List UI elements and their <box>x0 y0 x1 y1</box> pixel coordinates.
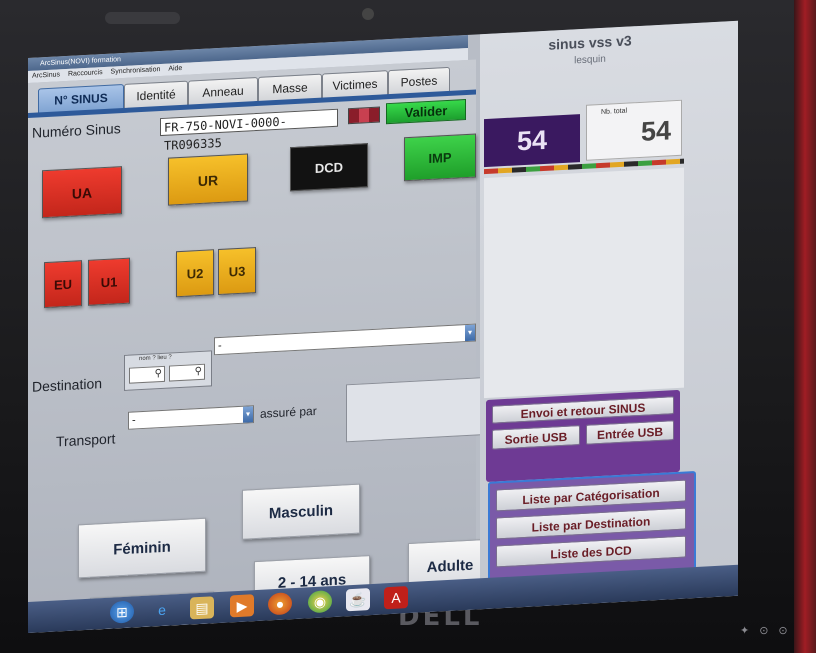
numero-sinus-field[interactable]: FR-750-NOVI-0000-TR096335 <box>160 108 338 153</box>
chevron-down-icon[interactable]: ▾ <box>465 324 475 342</box>
menu-synchronisation[interactable]: Synchronisation <box>111 66 161 76</box>
total-value: 54 <box>640 115 671 147</box>
bezel-hinge <box>105 12 180 24</box>
ur-button[interactable]: UR <box>168 153 248 206</box>
media-player-icon[interactable]: ▶ <box>230 594 254 618</box>
internet-explorer-icon[interactable]: e <box>150 598 174 621</box>
dcd-button[interactable]: DCD <box>290 143 368 192</box>
ua-button[interactable]: UA <box>42 166 122 219</box>
laptop-bezel: DELL ✦⊙⊙ ArcSinus(NOVI) formation ArcSin… <box>0 0 816 653</box>
u2-button[interactable]: U2 <box>176 249 214 298</box>
menu-raccourcis[interactable]: Raccourcis <box>68 69 103 78</box>
search-nom-field[interactable]: ⚲ <box>129 365 165 384</box>
total-label: Nb. total <box>601 107 628 116</box>
screen: ArcSinus(NOVI) formation ArcSinus Raccou… <box>28 20 738 634</box>
file-explorer-icon[interactable]: ▤ <box>190 596 214 620</box>
liste-destination-button[interactable]: Liste par Destination <box>496 507 686 540</box>
flag-icon <box>348 106 380 125</box>
envoi-retour-button[interactable]: Envoi et retour SINUS <box>492 396 674 424</box>
masculin-button[interactable]: Masculin <box>242 483 360 540</box>
laptop-edge <box>794 0 816 653</box>
search-lieu-field[interactable]: ⚲ <box>169 363 205 382</box>
windows-start-icon[interactable]: ⊞ <box>110 600 134 624</box>
destination-search: nom ? lieu ? ⚲ ⚲ <box>124 350 212 391</box>
u3-button[interactable]: U3 <box>218 247 256 296</box>
form-panel: N° SINUS Identité Anneau Masse Victimes … <box>28 59 508 634</box>
webcam <box>362 8 374 20</box>
imp-button[interactable]: IMP <box>404 133 476 182</box>
search-icon[interactable]: ⚲ <box>155 367 162 381</box>
search-hint: nom ? lieu ? <box>139 354 172 363</box>
sortie-usb-button[interactable]: Sortie USB <box>492 425 580 450</box>
window-title: ArcSinus(NOVI) formation <box>40 56 121 68</box>
transport-value: - <box>132 414 136 427</box>
valider-button[interactable]: Valider <box>386 99 466 125</box>
acrobat-icon[interactable]: A <box>384 586 408 610</box>
function-keys: ✦⊙⊙ <box>740 625 798 637</box>
chrome-icon[interactable]: ◉ <box>308 590 332 614</box>
u1-button[interactable]: U1 <box>88 257 130 306</box>
menu-aide[interactable]: Aide <box>168 65 182 73</box>
total-box: Nb. total 54 <box>586 99 682 161</box>
assure-par-label: assuré par <box>260 403 317 421</box>
feminin-button[interactable]: Féminin <box>78 517 206 579</box>
transport-combo[interactable]: - ▾ <box>128 405 254 430</box>
status-list-area <box>484 167 684 399</box>
search-icon[interactable]: ⚲ <box>195 365 202 379</box>
chevron-down-icon[interactable]: ▾ <box>243 406 253 423</box>
liste-dcd-button[interactable]: Liste des DCD <box>496 535 686 568</box>
transport-label: Transport <box>56 430 116 450</box>
menu-arcsinus[interactable]: ArcSinus <box>32 71 60 79</box>
destination-combo[interactable]: - ▾ <box>214 323 476 356</box>
entree-usb-button[interactable]: Entrée USB <box>586 420 674 445</box>
liste-categorisation-button[interactable]: Liste par Catégorisation <box>496 479 686 512</box>
numero-sinus-label: Numéro Sinus <box>32 120 121 141</box>
eu-button[interactable]: EU <box>44 260 82 309</box>
victim-count: 54 <box>484 114 580 168</box>
status-panel: sinus vss v3 lesquin 54 Nb. total 54 Env… <box>480 20 738 610</box>
java-icon[interactable]: ☕ <box>346 588 370 612</box>
destination-value: - <box>218 339 222 353</box>
destination-label: Destination <box>32 375 103 395</box>
firefox-icon[interactable]: ● <box>268 592 292 616</box>
usb-panel: Envoi et retour SINUS Sortie USB Entrée … <box>486 389 680 482</box>
